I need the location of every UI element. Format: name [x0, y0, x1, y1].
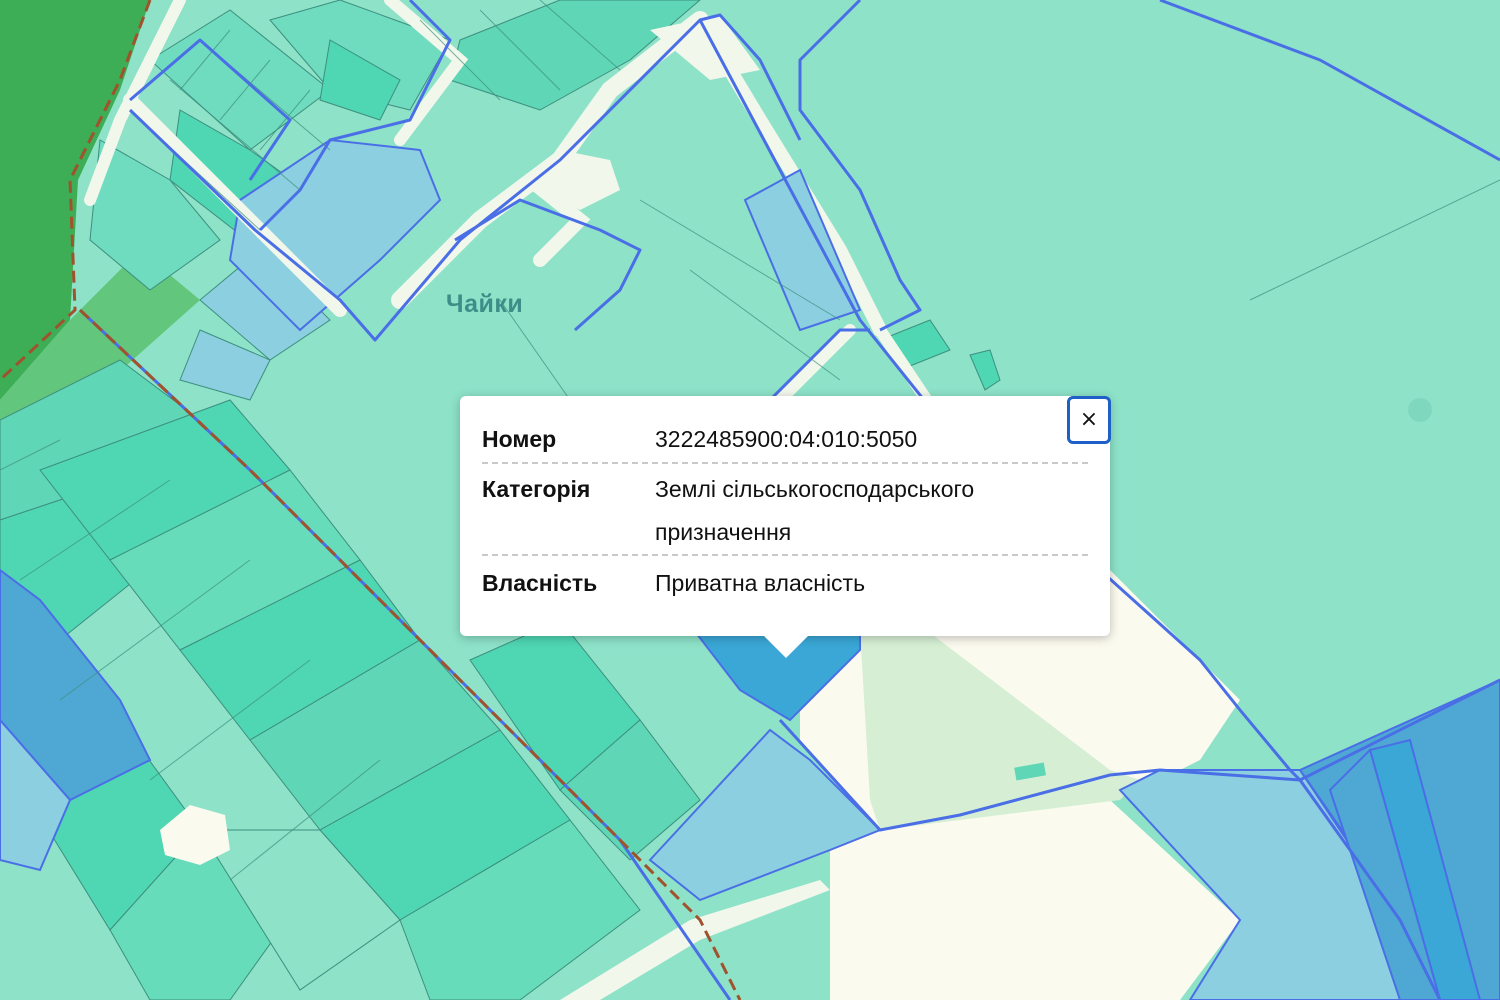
ownership-value: Приватна власність [655, 570, 866, 596]
number-value: 3222485900:04:010:5050 [655, 426, 918, 452]
popup-row-category: Категорія Землі сільськогосподарського п… [482, 468, 1088, 554]
map-marker [1408, 398, 1432, 422]
popup-row-number: Номер 3222485900:04:010:5050 [482, 418, 1088, 461]
category-value: Землі сільськогосподарського призначення [655, 476, 975, 545]
number-label: Номер [482, 426, 557, 452]
parcel-info-popup: Номер 3222485900:04:010:5050 Категорія З… [460, 396, 1110, 636]
close-popup-button[interactable]: × [1067, 396, 1111, 444]
popup-pointer [762, 634, 810, 658]
ownership-label: Власність [482, 570, 598, 596]
category-label: Категорія [482, 476, 591, 502]
popup-divider [482, 554, 1088, 556]
popup-row-ownership: Власність Приватна власність [482, 562, 1088, 605]
place-label: Чайки [446, 290, 523, 318]
popup-divider [482, 462, 1088, 464]
